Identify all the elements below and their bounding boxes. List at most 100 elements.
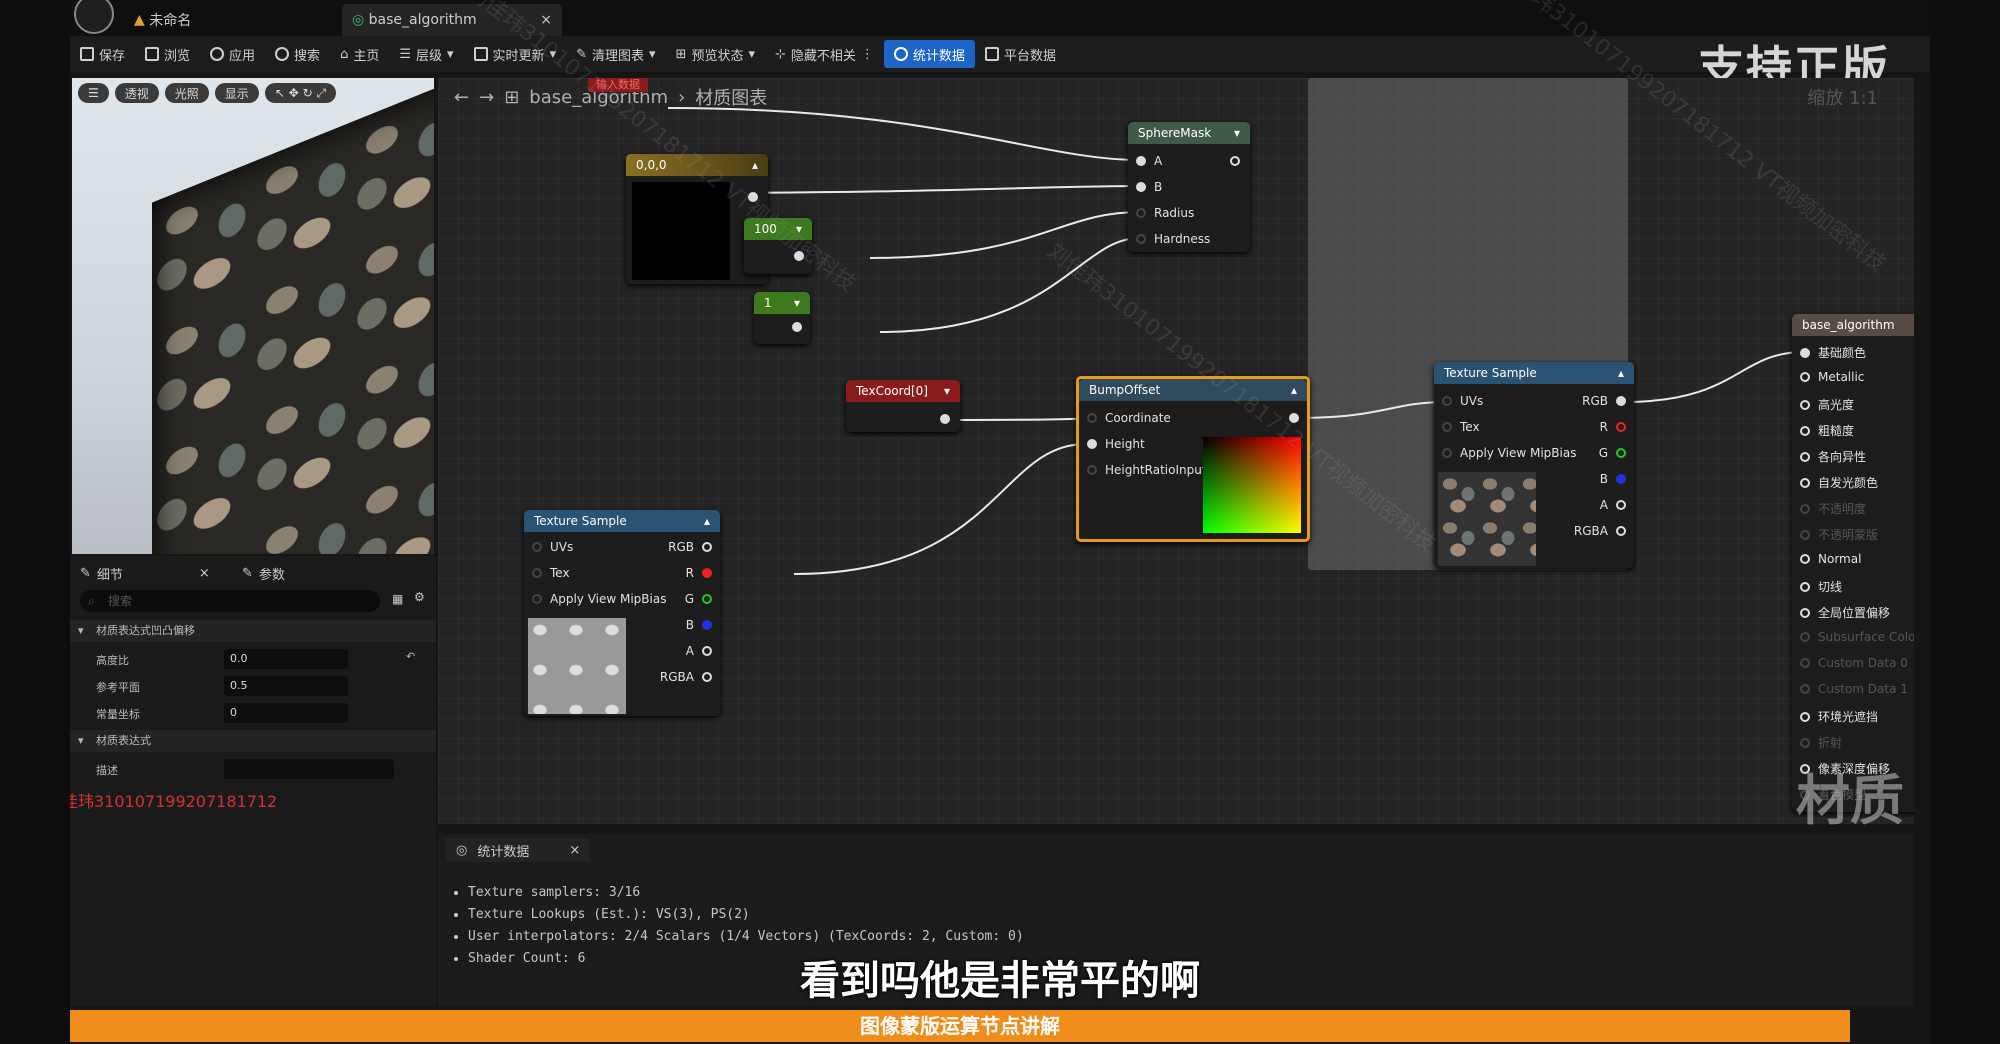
input-pin[interactable]	[1136, 156, 1146, 166]
collapse-icon[interactable]: ▴	[1291, 379, 1297, 401]
result-pin[interactable]: 自发光颜色	[1800, 474, 1878, 491]
input-pin[interactable]	[532, 568, 542, 578]
collapse-icon[interactable]: ▴	[752, 154, 758, 176]
node-bumpoffset[interactable]: BumpOffset ▴ Coordinate Height HeightRati…	[1076, 376, 1310, 542]
chevron-down-icon[interactable]: ▾	[944, 380, 950, 402]
tab-details[interactable]: ✎ 细节 ×	[80, 562, 210, 584]
perspective-button[interactable]: 透视	[114, 83, 159, 103]
input-pin[interactable]	[1800, 632, 1810, 642]
output-pin[interactable]	[702, 568, 712, 578]
tab-params[interactable]: ✎ 参数	[242, 562, 285, 584]
result-pin[interactable]: 全局位置偏移	[1800, 604, 1890, 621]
preview-state-button[interactable]: ⊞ 预览状态 ▾	[666, 40, 765, 68]
output-pin[interactable]	[1616, 526, 1626, 536]
pin-radius[interactable]: Radius	[1136, 206, 1194, 220]
pin-uvs[interactable]: UVs	[532, 540, 573, 554]
pin-rgba[interactable]: RGBA	[660, 670, 712, 684]
node-spheremask[interactable]: SphereMask ▾ A B Radius Hardness	[1128, 122, 1250, 252]
chevron-down-icon[interactable]: ▾	[1234, 122, 1240, 144]
output-pin[interactable]	[702, 594, 712, 604]
save-button[interactable]: 保存	[70, 40, 135, 68]
close-icon[interactable]: ×	[199, 566, 210, 581]
output-pin[interactable]	[748, 192, 758, 202]
input-pin[interactable]	[1442, 422, 1452, 432]
preview-viewport[interactable]: ☰ 透视 光照 显示 ↖ ✥ ↻ ⤢	[72, 78, 434, 554]
output-pin[interactable]	[940, 414, 950, 424]
node-constant-1[interactable]: 1 ▾	[754, 292, 810, 344]
result-pin[interactable]: 切线	[1800, 578, 1842, 595]
reset-icon[interactable]: ↶	[406, 650, 415, 663]
input-pin[interactable]	[1136, 208, 1146, 218]
pin-a[interactable]: A	[1136, 154, 1162, 168]
node-texture-sample-mask[interactable]: Texture Sample ▴ UVs Tex Apply View MipBi…	[524, 510, 720, 716]
input-pin[interactable]	[532, 594, 542, 604]
pin-height-ratio[interactable]: HeightRatioInput	[1087, 463, 1207, 477]
pin-uvs[interactable]: UVs	[1442, 394, 1483, 408]
output-pin[interactable]	[1616, 396, 1626, 406]
reference-plane-field[interactable]: 0.5	[224, 676, 348, 696]
live-update-button[interactable]: 实时更新 ▾	[464, 40, 567, 68]
output-pin[interactable]	[1616, 474, 1626, 484]
result-pin[interactable]: Custom Data 1	[1800, 682, 1908, 696]
pin-hardness[interactable]: Hardness	[1136, 232, 1210, 246]
output-pin[interactable]	[794, 251, 804, 261]
output-pin[interactable]	[1616, 422, 1626, 432]
input-pin[interactable]	[1800, 399, 1810, 410]
input-pin[interactable]	[1087, 413, 1097, 423]
input-pin[interactable]	[1800, 581, 1810, 592]
height-ratio-field[interactable]: 0.0	[224, 649, 348, 669]
output-pin[interactable]	[1616, 448, 1626, 458]
pin-coordinate[interactable]: Coordinate	[1087, 411, 1171, 425]
pin-height[interactable]: Height	[1087, 437, 1145, 451]
scale-icon[interactable]: ⤢	[316, 86, 326, 101]
input-pin[interactable]	[1800, 451, 1810, 462]
description-field[interactable]	[224, 759, 394, 779]
input-pin[interactable]	[1800, 554, 1810, 564]
pin-a[interactable]: A	[1600, 498, 1626, 512]
lighting-button[interactable]: 光照	[164, 83, 209, 103]
show-button[interactable]: 显示	[214, 83, 259, 103]
result-pin[interactable]: 折射	[1800, 734, 1842, 751]
input-pin[interactable]	[1800, 607, 1810, 618]
pin-mipbias[interactable]: Apply View MipBias	[1442, 446, 1576, 460]
chevron-down-icon[interactable]: ▾	[796, 218, 802, 240]
pin-rgb[interactable]: RGB	[668, 540, 712, 554]
result-pin[interactable]: 粗糙度	[1800, 422, 1854, 439]
browse-button[interactable]: 浏览	[135, 40, 200, 68]
pin-a[interactable]: A	[686, 644, 712, 658]
more-icon[interactable]: ⋮	[861, 47, 874, 62]
tab-stats[interactable]: ◎ 统计数据 ×	[446, 838, 591, 862]
hide-unrelated-button[interactable]: ⊹ 隐藏不相关 ⋮	[765, 40, 884, 68]
input-pin[interactable]	[1800, 347, 1810, 358]
input-pin[interactable]	[1087, 465, 1097, 475]
output-pin[interactable]	[702, 646, 712, 656]
pin-b[interactable]: B	[1600, 472, 1626, 486]
pin-r[interactable]: R	[1600, 420, 1626, 434]
result-pin[interactable]: 各向异性	[1800, 448, 1866, 465]
input-pin[interactable]	[532, 542, 542, 552]
settings-icon[interactable]: ⚙	[414, 590, 425, 604]
stats-button[interactable]: 统计数据	[883, 40, 975, 68]
result-pin[interactable]: 不透明度	[1800, 500, 1866, 517]
output-pin[interactable]	[1230, 156, 1240, 166]
input-pin[interactable]	[1136, 234, 1146, 244]
input-pin[interactable]	[1800, 372, 1810, 382]
pin-b[interactable]: B	[686, 618, 712, 632]
output-pin[interactable]	[1616, 500, 1626, 510]
input-pin[interactable]	[1800, 425, 1810, 436]
output-pin[interactable]	[1289, 413, 1299, 423]
pin-mipbias[interactable]: Apply View MipBias	[532, 592, 666, 606]
platform-stats-button[interactable]: 平台数据	[975, 40, 1066, 68]
node-texture-sample-color[interactable]: Texture Sample ▴ UVs Tex Apply View MipBi…	[1434, 362, 1634, 568]
home-button[interactable]: ⌂ 主页	[330, 40, 389, 68]
result-pin[interactable]: Custom Data 0	[1800, 656, 1908, 670]
collapse-icon[interactable]: ▴	[1618, 362, 1624, 384]
transform-tools[interactable]: ↖ ✥ ↻ ⤢	[264, 83, 337, 103]
rotate-icon[interactable]: ↻	[303, 86, 313, 100]
input-pin[interactable]	[1442, 448, 1452, 458]
unreal-logo[interactable]	[74, 0, 114, 34]
result-pin[interactable]: 基础颜色	[1800, 344, 1866, 361]
section-bump-offset[interactable]: ▾ 材质表达式凹凸偏移	[70, 620, 436, 642]
output-pin[interactable]	[702, 542, 712, 552]
clean-graph-button[interactable]: ✎ 清理图表 ▾	[566, 40, 665, 68]
